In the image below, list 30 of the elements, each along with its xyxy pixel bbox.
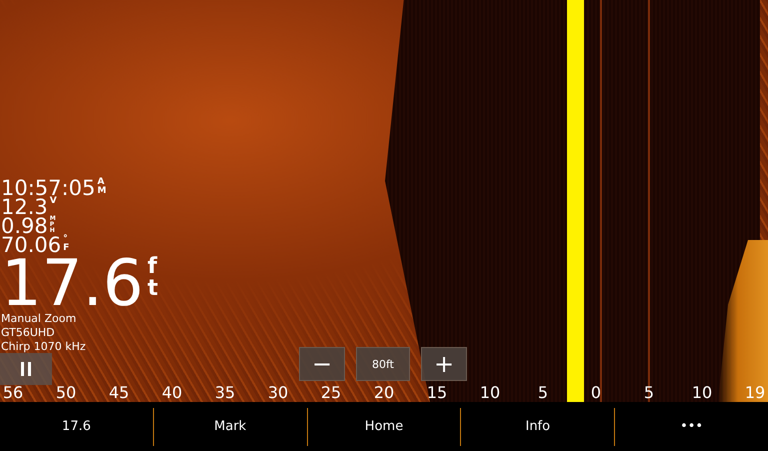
scale-label: 45 — [108, 384, 130, 402]
readout-value: 12.3 — [1, 197, 48, 217]
readout-unit: °F — [63, 235, 70, 253]
readout-unit: AM — [97, 178, 106, 196]
zoom-in-button[interactable]: + — [421, 347, 467, 381]
scale-label: 0 — [590, 384, 602, 402]
scale-label: 35 — [214, 384, 236, 402]
zoom-out-button[interactable]: − — [299, 347, 345, 381]
scale-label: 5 — [536, 384, 550, 402]
readout-value: 70.06 — [1, 235, 62, 255]
scale-label: 56 — [2, 384, 24, 402]
range-button[interactable]: 80ft — [356, 347, 410, 381]
scale-label: 5 — [642, 384, 656, 402]
info-text: Chirp 1070 kHz — [1, 340, 86, 354]
scale-label: 40 — [161, 384, 183, 402]
scale-label: 25 — [320, 384, 342, 402]
scale-label: 15 — [426, 384, 448, 402]
scale-label: 10 — [479, 384, 501, 402]
depth-value: 17.6 — [1, 256, 144, 312]
scale-label: 20 — [373, 384, 395, 402]
scale-label: 10 — [691, 384, 713, 402]
info-text: Manual Zoom — [1, 312, 76, 326]
scale-label: 19 — [744, 384, 766, 402]
info-text: GT56UHD — [1, 326, 55, 340]
depth-unit: ft — [148, 256, 160, 300]
scale-label: 50 — [55, 384, 77, 402]
readout-value: 10:57:05 — [1, 178, 96, 198]
readout-unit: V — [50, 197, 58, 206]
scale-label: 30 — [267, 384, 289, 402]
readout-value: 0.98 — [1, 216, 48, 236]
